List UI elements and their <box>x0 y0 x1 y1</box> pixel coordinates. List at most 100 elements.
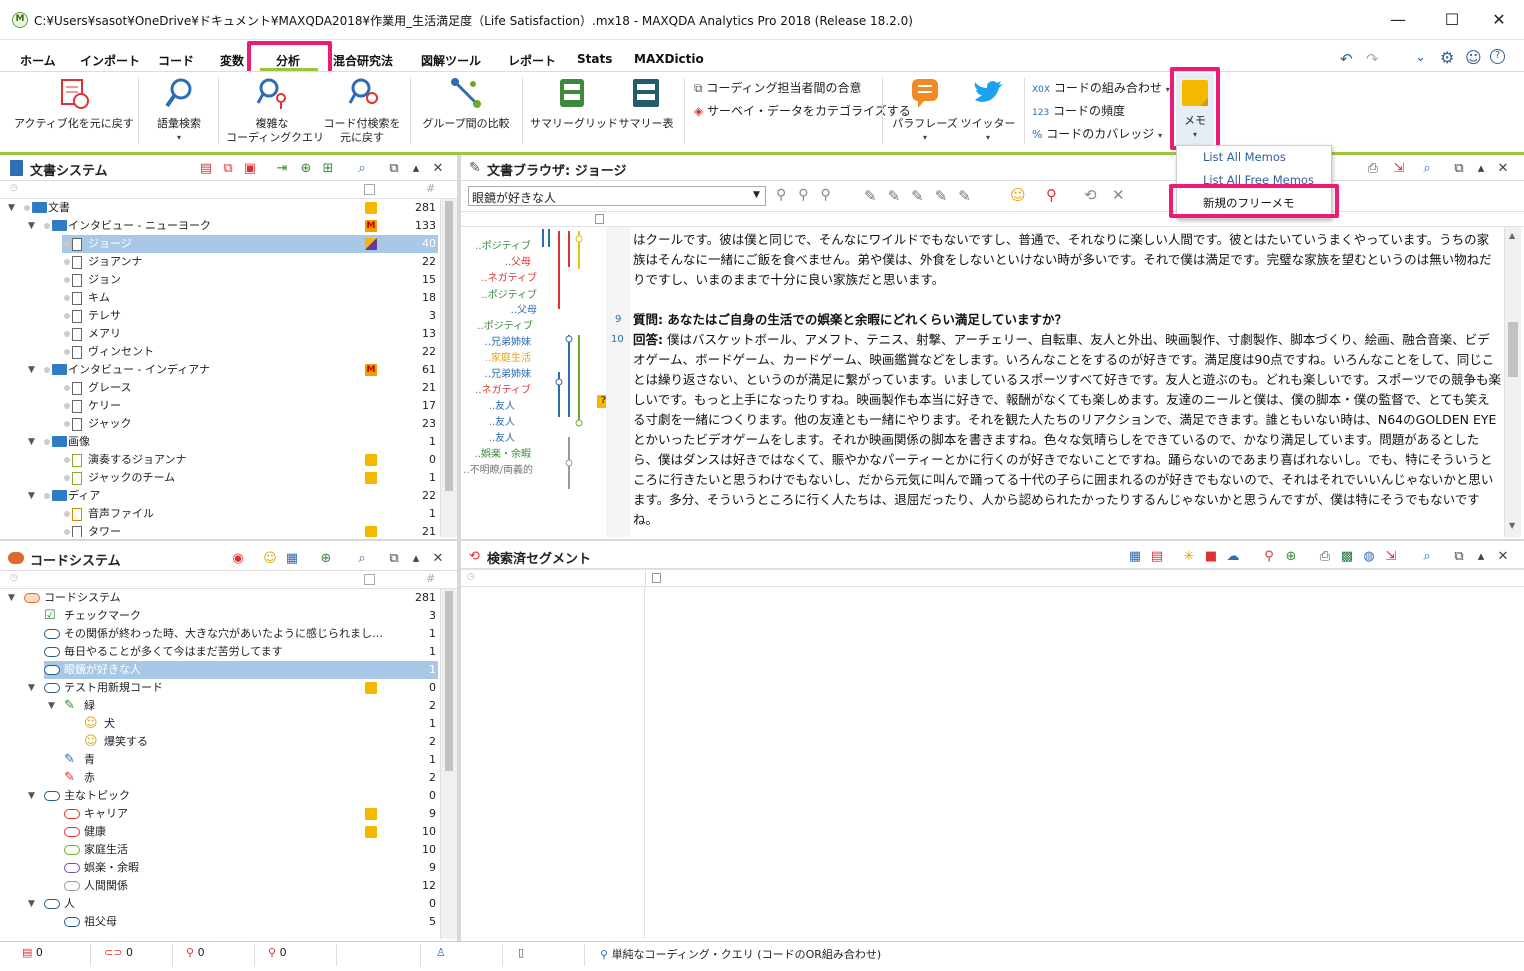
new-code-icon[interactable]: ⊕ <box>318 551 334 567</box>
code-tree-row[interactable]: ▼ 人 0 <box>0 895 440 913</box>
code-pin-icon[interactable]: ⚲ <box>1046 186 1057 204</box>
document-tree-row[interactable]: ジャックのチーム 1 <box>0 469 440 487</box>
code-stripe-label[interactable]: ..父母 <box>505 253 531 268</box>
code-tree-row[interactable]: ☺ 犬 1 <box>0 715 440 733</box>
memo-icon[interactable] <box>365 826 377 838</box>
code-tree-row[interactable]: ▼ 主なトピック 0 <box>0 787 440 805</box>
reset-activation-button[interactable]: アクティブ化を元に戻す <box>14 76 134 131</box>
document-tree-row[interactable]: ▼ インタビュー - ニューヨーク M 133 <box>0 217 440 235</box>
highlighter-tools[interactable]: ✎✎✎✎✎ <box>864 187 982 205</box>
expand-toggle-icon[interactable]: ▼ <box>28 217 35 235</box>
doc-memo-icon[interactable]: ▤ <box>198 161 214 177</box>
expand-toggle-icon[interactable]: ▼ <box>48 697 55 715</box>
export-icon[interactable]: ⇲ <box>1383 549 1399 565</box>
code-tree-row[interactable]: 人間関係 12 <box>0 877 440 895</box>
code-tree-row[interactable]: ✎ 赤 2 <box>0 769 440 787</box>
tab-analysis[interactable]: 分析 <box>276 52 300 69</box>
code-coverage-button[interactable]: % コードのカバレッジ ▾ <box>1032 125 1162 142</box>
code-stripe-label[interactable]: ..友人 <box>489 397 515 412</box>
close-window-button[interactable]: ✕ <box>1482 8 1516 32</box>
tab-variables[interactable]: 変数 <box>220 52 244 69</box>
document-tree-row[interactable]: 音声ファイル 1 <box>0 505 440 523</box>
activate-code-icon[interactable]: ⚲ <box>1261 549 1277 565</box>
code-tree-row[interactable]: ☑ チェックマーク 3 <box>0 607 440 625</box>
excel-export-icon[interactable]: ▩ <box>1339 549 1355 565</box>
new-group-icon[interactable]: ⊞ <box>320 161 336 177</box>
code-stripe-label[interactable]: ..父母 <box>511 301 537 316</box>
import-icon[interactable]: ⇥ <box>274 161 290 177</box>
document-tree-row[interactable]: ヴィンセント 22 <box>0 343 440 361</box>
memo-icon[interactable] <box>365 808 377 820</box>
code-stripe-label[interactable]: ..友人 <box>489 429 515 444</box>
document-tree-row[interactable]: ▼ インタビュー - インディアナ M 61 <box>0 361 440 379</box>
search-icon[interactable]: ⌕ <box>354 551 370 567</box>
expand-toggle-icon[interactable]: ▼ <box>28 787 35 805</box>
document-tree-row[interactable]: タワー 21 <box>0 523 440 537</box>
expand-toggle-icon[interactable]: ▼ <box>8 199 15 217</box>
code-stripe-label[interactable]: ..家庭生活 <box>485 349 531 364</box>
memo-column-icon[interactable] <box>364 184 375 195</box>
document-scrollbar[interactable]: ▲ ▼ <box>1504 227 1521 537</box>
add-code-icon[interactable]: ⊕ <box>1283 549 1299 565</box>
help-icon[interactable]: ? <box>1490 49 1505 64</box>
group-comparison-button[interactable]: グループ間の比較 <box>418 76 514 131</box>
code-tree-row[interactable]: 祖父母 5 <box>0 913 440 931</box>
code-stripe-label[interactable]: ..不明瞭/両義的 <box>463 461 533 476</box>
tab-maxdictio[interactable]: MAXDictio <box>634 52 704 66</box>
code-tree-row[interactable]: その関係が終わった時、大きな穴があいたように感じられましたよ… 1 <box>0 625 440 643</box>
undock-icon[interactable]: ⧉ <box>386 551 402 567</box>
complex-coding-query-button[interactable]: 複雑な コーディングクエリ <box>226 76 324 145</box>
undock-icon[interactable]: ⧉ <box>1451 549 1467 565</box>
emoticode-icon[interactable]: ☺ <box>262 551 278 567</box>
emoticode-icon[interactable]: ☺ <box>1010 186 1026 204</box>
memo-icon[interactable] <box>365 682 377 694</box>
code-matrix-icon[interactable]: ▦ <box>284 551 300 567</box>
close-icon[interactable]: ✕ <box>430 551 446 567</box>
minimize-button[interactable]: — <box>1381 8 1415 32</box>
variable-memo-icon[interactable]: M <box>365 220 377 232</box>
code-tree-row[interactable]: 健康 10 <box>0 823 440 841</box>
doc-activate-icon[interactable]: ▣ <box>242 161 258 177</box>
tab-import[interactable]: インポート <box>80 52 140 69</box>
paraphrase-button[interactable]: パラフレーズ ▾ <box>892 76 958 145</box>
twitter-button[interactable]: ツイッター ▾ <box>960 76 1016 145</box>
tab-mixed-methods[interactable]: 混合研究法 <box>333 52 393 69</box>
summary-table-button[interactable]: サマリー表 <box>616 76 676 131</box>
code-activate-icon[interactable]: ◉ <box>230 551 246 567</box>
smiley-icon[interactable]: ☺ <box>1465 48 1482 67</box>
memo-icon[interactable] <box>365 238 377 250</box>
document-tree-row[interactable]: ジョアンナ 22 <box>0 253 440 271</box>
expand-toggle-icon[interactable]: ▼ <box>28 895 35 913</box>
undo-coded-retrieval-button[interactable]: コード付検索を 元に戻す <box>322 76 402 145</box>
code-tree-row[interactable]: 家庭生活 10 <box>0 841 440 859</box>
globe-icon[interactable]: ◍ <box>1361 549 1377 565</box>
code-tree-row[interactable]: キャリア 9 <box>0 805 440 823</box>
memo-icon[interactable] <box>365 202 377 214</box>
collapse-icon[interactable]: ▴ <box>408 551 424 567</box>
remove-coding-icon[interactable]: ✕ <box>1112 186 1125 204</box>
memo-icon[interactable] <box>365 526 377 537</box>
search-icon[interactable]: ⌕ <box>1419 161 1435 177</box>
document-tree-row[interactable]: ▼ 文書 281 <box>0 199 440 217</box>
new-doc-icon[interactable]: ⊕ <box>298 161 314 177</box>
column-sort-icon[interactable]: ◷ <box>10 573 18 583</box>
word-cloud-icon[interactable]: ☁ <box>1225 549 1241 565</box>
memo-icon[interactable] <box>365 472 377 484</box>
document-tree-row[interactable]: ▼ 画像 1 <box>0 433 440 451</box>
code-tree-row[interactable]: ☺ 爆笑する 2 <box>0 733 440 751</box>
tab-stats[interactable]: Stats <box>577 52 612 66</box>
document-tree-row[interactable]: テレサ 3 <box>0 307 440 325</box>
memo-column-icon[interactable] <box>364 574 375 585</box>
code-select-combo[interactable]: 眼鏡が好きな人 ▼ <box>468 186 766 206</box>
expand-toggle-icon[interactable]: ▼ <box>28 433 35 451</box>
undo-icon[interactable]: ↶ <box>1340 50 1353 68</box>
undock-icon[interactable]: ⧉ <box>1451 161 1467 177</box>
search-icon[interactable]: ⌕ <box>354 161 370 177</box>
coding-tools[interactable]: ⚲⚲⚲ <box>776 187 843 203</box>
document-tree-scrollbar[interactable] <box>440 199 457 537</box>
collapse-icon[interactable]: ▴ <box>1473 161 1489 177</box>
code-tree-row[interactable]: 毎日やることが多くて今はまだ苦労してます 1 <box>0 643 440 661</box>
code-stripe-label[interactable]: ..ポジティブ <box>477 317 533 332</box>
export-icon[interactable]: ⇲ <box>1391 161 1407 177</box>
code-combination-button[interactable]: X0X コードの組み合わせ ▾ <box>1032 79 1170 96</box>
